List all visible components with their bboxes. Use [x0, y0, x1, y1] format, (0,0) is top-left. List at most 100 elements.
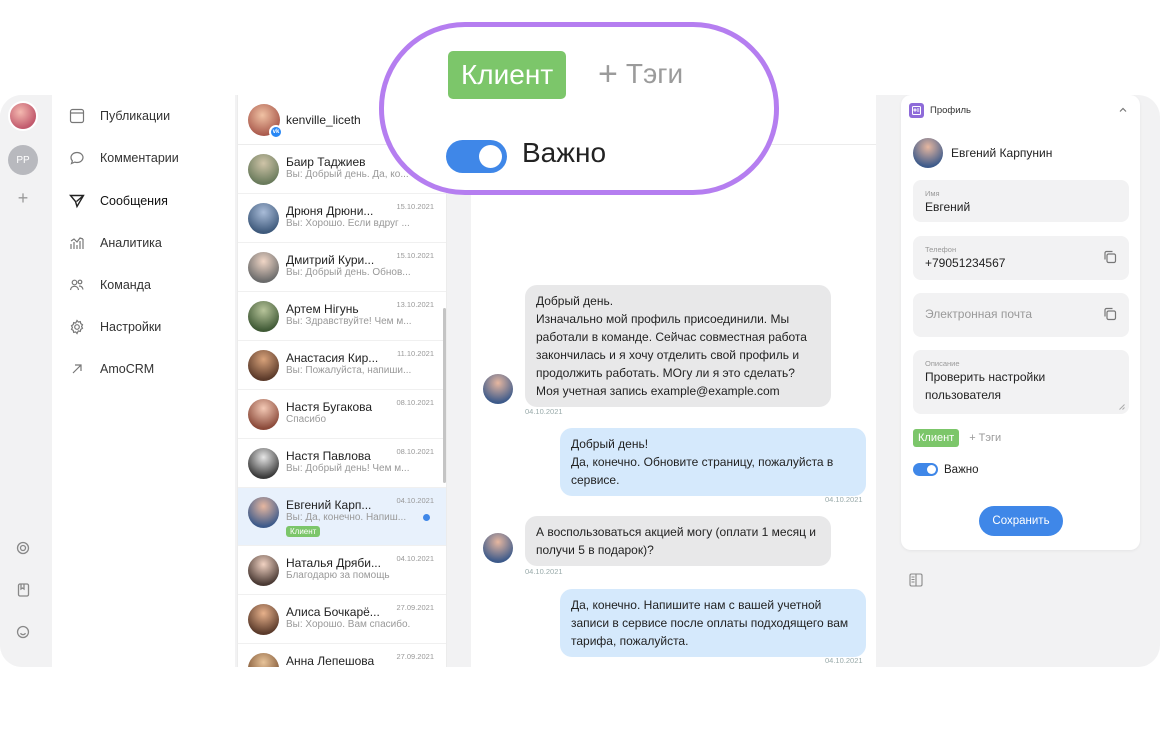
phone-field[interactable]: Телефон +79051234567 [913, 236, 1129, 280]
copy-icon[interactable] [1103, 307, 1117, 321]
list-item[interactable]: Дрюня Дрюни... 15.10.2021 Вы: Хорошо. Ес… [238, 194, 446, 243]
chevron-up-icon[interactable] [1118, 105, 1128, 115]
message-date: 04.10.2021 [396, 496, 434, 505]
profile-card-icon [909, 103, 924, 118]
email-field[interactable]: Электронная почта [913, 293, 1129, 337]
message-date: 27.09.2021 [396, 652, 434, 661]
list-item[interactable]: Анастасия Кир... 11.10.2021 Вы: Пожалуйс… [238, 341, 446, 390]
list-item[interactable]: Дмитрий Кури... 15.10.2021 Вы: Добрый де… [238, 243, 446, 292]
message-date: 27.09.2021 [396, 603, 434, 612]
tag-row: Клиент + Тэги [913, 429, 1001, 447]
conversation-list: vk kenville_liceth Баир Таджиев Вы: Добр… [237, 95, 447, 667]
account-avatar: vk [248, 103, 283, 139]
nav-item-messages[interactable]: Сообщения [68, 190, 168, 212]
incoming-message: Добрый день. Изначально мой профиль прис… [525, 285, 831, 407]
resize-handle-icon[interactable] [1118, 403, 1125, 410]
account-avatar[interactable] [8, 101, 38, 131]
contact-name: Евгений Карп... [286, 498, 372, 512]
nav-item-label: Комментарии [100, 151, 179, 165]
arrow-icon [68, 360, 86, 378]
description-field[interactable]: Описание Проверить настройки пользовател… [913, 350, 1129, 414]
avatar [248, 350, 279, 381]
client-tag[interactable]: Клиент [913, 429, 960, 447]
nav-item-comments[interactable]: Комментарии [68, 147, 179, 169]
add-tag-button[interactable]: + Тэги [969, 432, 1001, 444]
nav-item-team[interactable]: Команда [68, 274, 151, 296]
message-date: 04.10.2021 [825, 656, 863, 665]
field-placeholder: Электронная почта [925, 307, 1033, 321]
nav-item-label: Сообщения [100, 194, 168, 208]
nav-item-label: Публикации [100, 109, 171, 123]
contact-name: Анна Лепешова [286, 654, 375, 667]
list-item[interactable]: Настя Бугакова 08.10.2021 Спасибо [238, 390, 446, 439]
callout-client-tag: Клиент [448, 51, 567, 99]
user-name: Евгений Карпунин [951, 146, 1053, 160]
profile-panel: Профиль Евгений Карпунин Имя Евгений Тел… [901, 95, 1140, 550]
message-date: 15.10.2021 [396, 251, 434, 260]
field-value: Проверить настройки пользователя [925, 370, 1046, 402]
name-field[interactable]: Имя Евгений [913, 180, 1129, 222]
client-tag: Клиент [286, 526, 321, 537]
copy-icon[interactable] [1103, 250, 1117, 264]
field-label: Телефон [925, 245, 957, 254]
contact-name: Наталья Дряби... [286, 556, 381, 570]
message-date: 15.10.2021 [396, 202, 434, 211]
list-item[interactable]: Анна Лепешова 27.09.2021 [238, 644, 446, 667]
avatar [248, 399, 279, 430]
unread-dot [423, 514, 430, 521]
contact-name: Настя Павлова [286, 449, 371, 463]
nav-item-settings[interactable]: Настройки [68, 316, 161, 338]
contact-name: Дрюня Дрюни... [286, 204, 374, 218]
list-item[interactable]: Настя Павлова 08.10.2021 Вы: Добрый день… [238, 439, 446, 488]
list-item[interactable]: Наталья Дряби... 04.10.2021 Благодарю за… [238, 546, 446, 595]
callout-add-tag-label: Тэги [625, 58, 684, 89]
message-preview: Вы: Добрый день! Чем м... [286, 463, 410, 474]
vk-icon: vk [269, 124, 283, 139]
message-preview: Вы: Добрый день. Да, ко... [286, 169, 409, 180]
message-date: 04.10.2021 [825, 495, 863, 504]
field-value: +79051234567 [925, 256, 1006, 270]
send-icon [68, 192, 86, 210]
profile-header[interactable]: Профиль [909, 103, 971, 118]
message-preview: Благодарю за помощь [286, 570, 390, 581]
important-toggle[interactable] [913, 463, 938, 476]
analytics-icon [68, 234, 86, 252]
avatar [483, 533, 513, 563]
avatar [483, 374, 513, 404]
contact-name: Артем Нігунь [286, 302, 359, 316]
callout-add-tag: + Тэги [598, 57, 684, 91]
comment-icon [68, 149, 86, 167]
message-preview: Вы: Пожалуйста, напиши... [286, 365, 412, 376]
account-name: kenville_liceth [286, 112, 361, 127]
field-label: Описание [925, 359, 960, 368]
avatar [248, 653, 279, 667]
message-date: 04.10.2021 [396, 554, 434, 563]
nav-item-label: AmoCRM [100, 362, 155, 376]
important-label: Важно [944, 463, 979, 476]
message-date: 08.10.2021 [396, 447, 434, 456]
list-scrollbar[interactable] [443, 308, 446, 483]
list-item[interactable]: Артем Нігунь 13.10.2021 Вы: Здравствуйте… [238, 292, 446, 341]
main-nav: Публикации Комментарии Сообщения Аналити… [52, 95, 235, 667]
target-icon[interactable] [14, 539, 32, 557]
avatar [248, 301, 279, 332]
smile-icon[interactable] [14, 623, 32, 641]
avatar [248, 555, 279, 586]
message-preview: Вы: Здравствуйте! Чем м... [286, 316, 412, 327]
contact-name: Анастасия Кир... [286, 351, 379, 365]
publications-icon [68, 107, 86, 125]
book-icon[interactable] [14, 581, 32, 599]
message-preview: Вы: Да, конечно. Напиш... [286, 512, 407, 523]
nav-item-analytics[interactable]: Аналитика [68, 232, 162, 254]
save-button[interactable]: Сохранить [979, 506, 1063, 536]
list-item-selected[interactable]: Евгений Карп... 04.10.2021 Вы: Да, конеч… [238, 488, 446, 546]
nav-item-amocrm[interactable]: AmoCRM [68, 358, 154, 380]
panel-toggle-icon[interactable] [909, 573, 923, 587]
nav-item-publications[interactable]: Публикации [68, 105, 170, 127]
add-account-icon[interactable]: + [15, 189, 31, 207]
message-preview: Вы: Хорошо. Если вдруг ... [286, 218, 410, 229]
field-label: Имя [925, 189, 940, 198]
account-initials-avatar[interactable]: PP [8, 145, 38, 175]
profile-user: Евгений Карпунин [913, 138, 1052, 168]
list-item[interactable]: Алиса Бочкарё... 27.09.2021 Вы: Хорошо. … [238, 595, 446, 644]
